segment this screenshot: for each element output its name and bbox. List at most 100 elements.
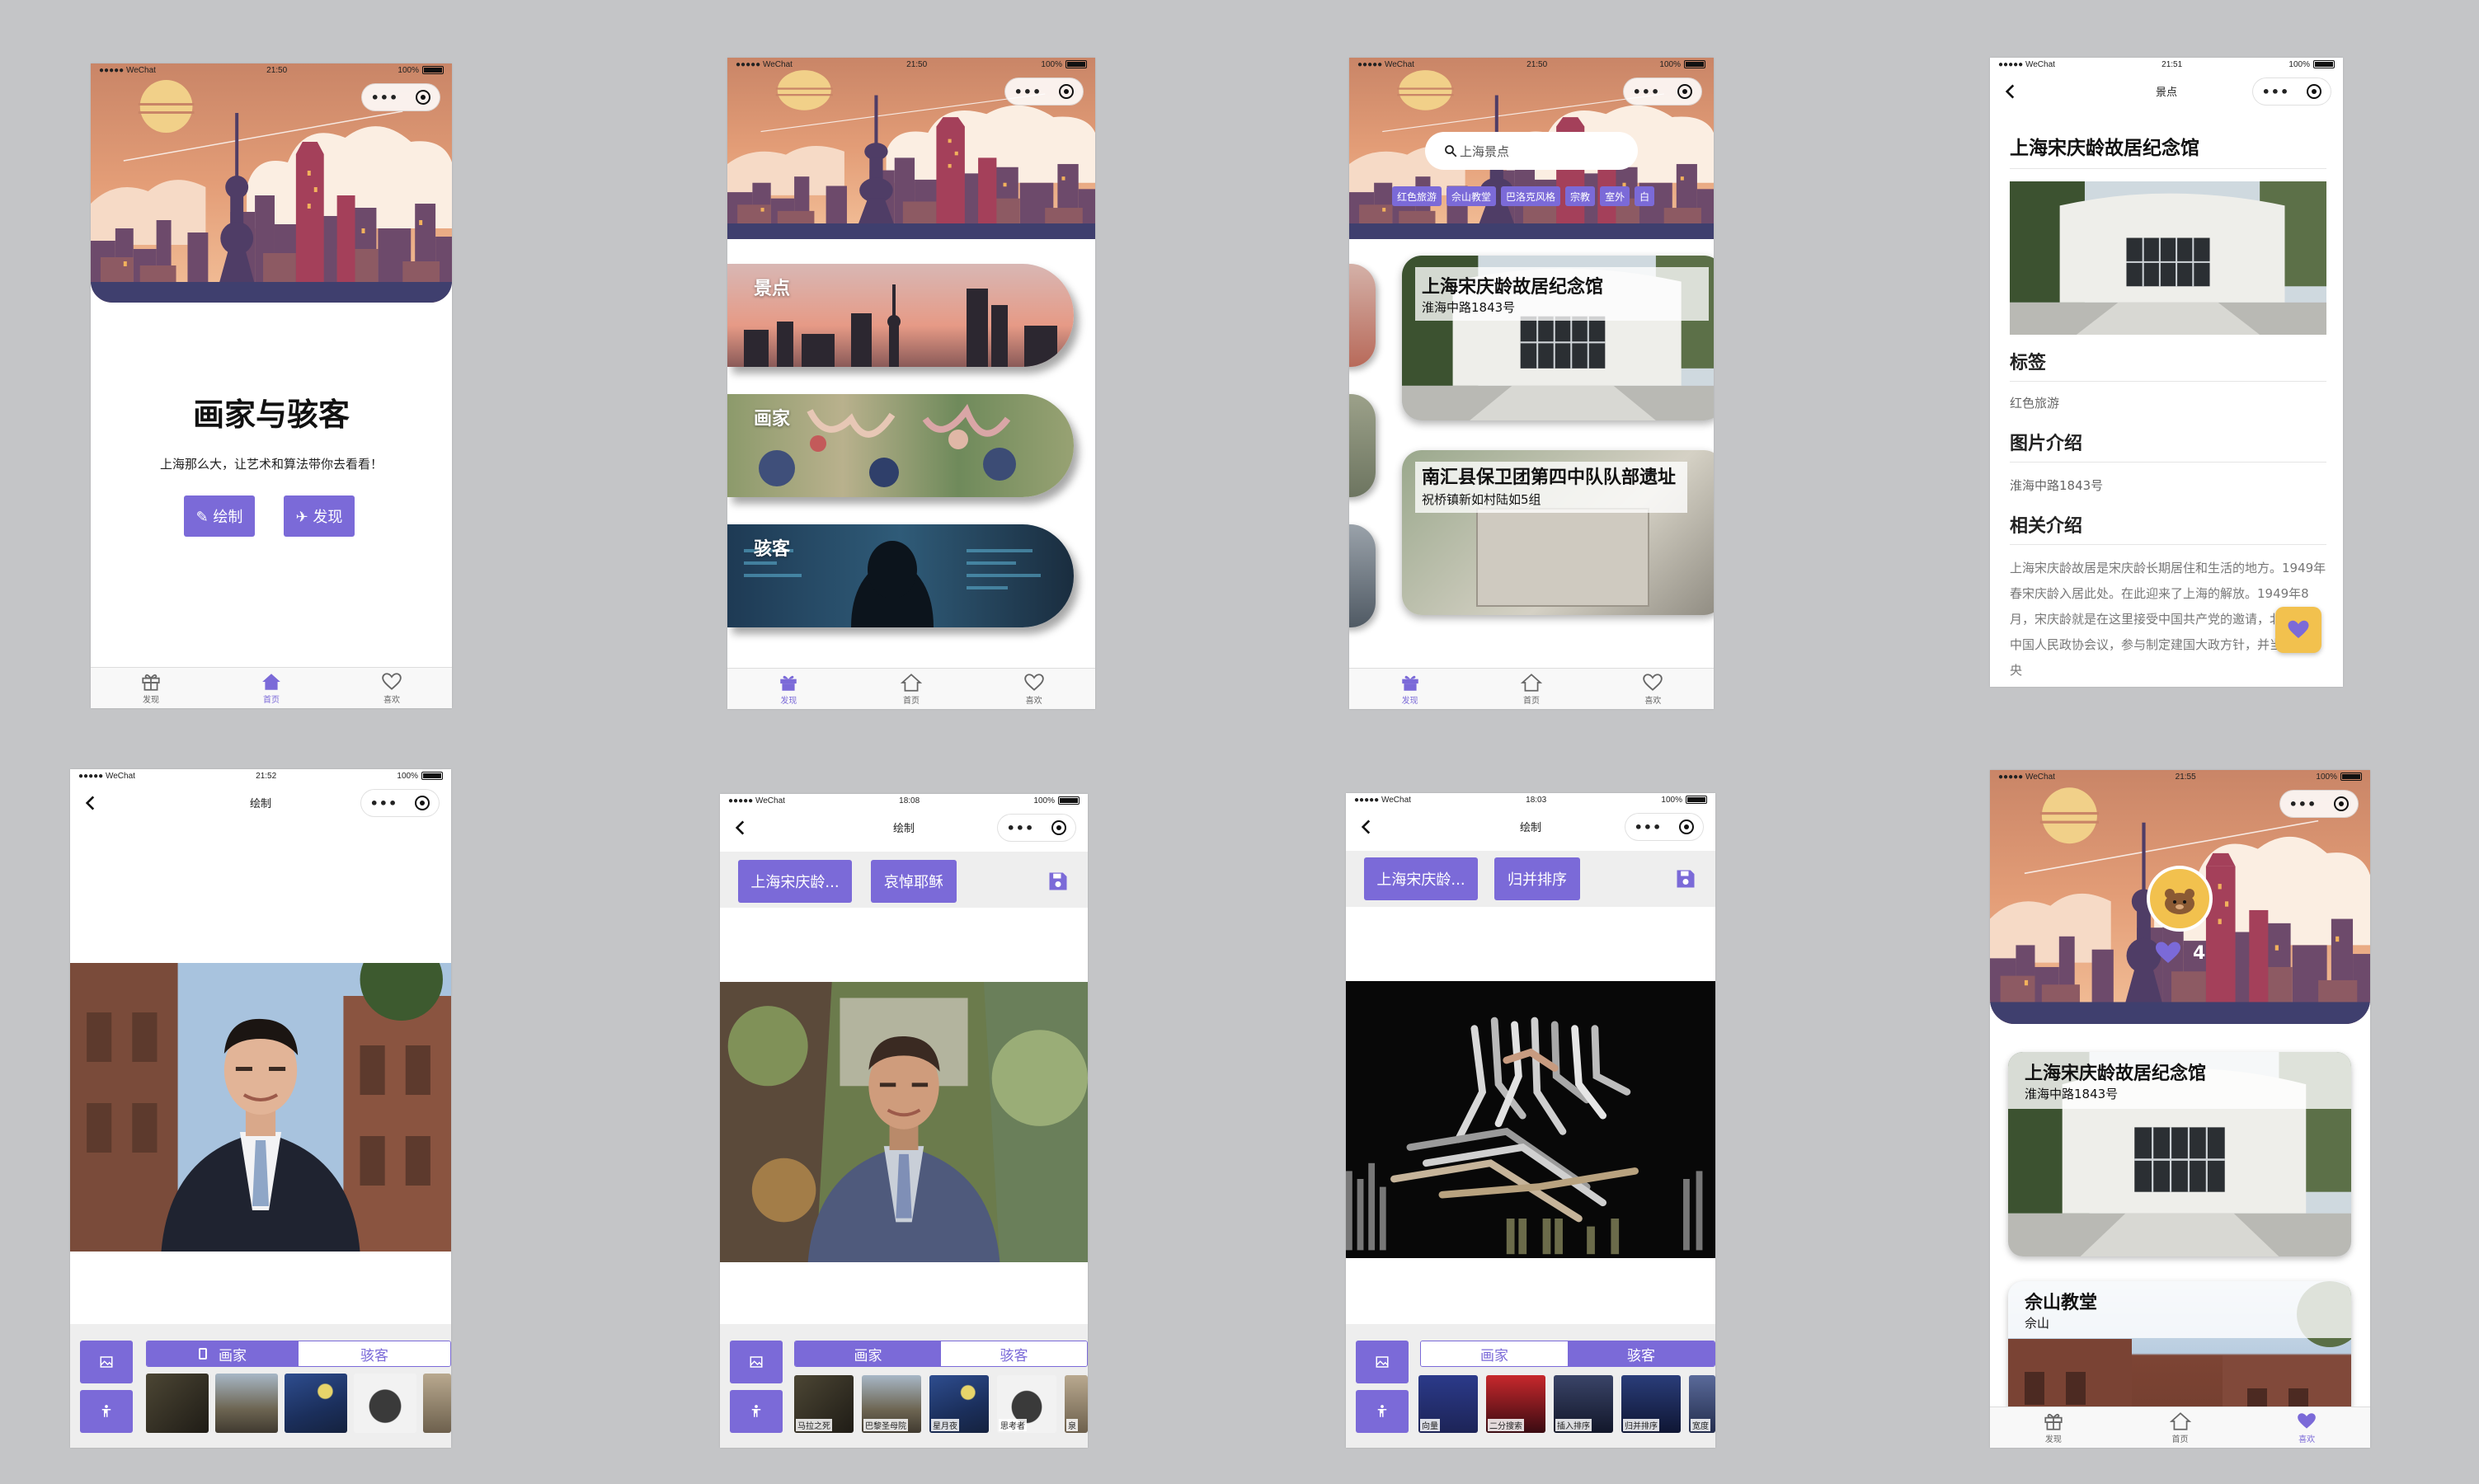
style-thumb[interactable]: 马拉之死 [794,1375,854,1433]
close-mini-program-icon[interactable] [1677,84,1693,99]
style-select-button[interactable]: 归并排序 [1494,857,1580,900]
style-thumb-fountain[interactable] [423,1374,451,1433]
close-mini-program-icon[interactable] [1051,820,1067,835]
tab-discover[interactable]: 发现 [1349,669,1470,709]
style-thumb[interactable]: 星月夜 [929,1375,989,1433]
spot-address: 祝桥镇新如村陆如5组 [1422,491,1541,507]
back-icon[interactable] [1356,816,1377,838]
more-icon[interactable]: ••• [1014,84,1042,100]
style-select-button[interactable]: 哀悼耶稣 [871,860,957,903]
tab-home[interactable]: 首页 [2117,1407,2244,1448]
place-select-button[interactable]: 上海宋庆龄... [738,860,852,903]
segment-painter[interactable]: 画家 [795,1341,941,1366]
mini-program-capsule[interactable]: ••• [1625,813,1704,841]
tag-chip[interactable]: 佘山教堂 [1446,186,1497,206]
segment-hacker[interactable]: 骇客 [1568,1341,1715,1366]
spot-card[interactable]: 南汇县保卫团第四中队队部遗址 祝桥镇新如村陆如5组 [1402,450,1714,615]
battery-icon [421,771,443,780]
more-icon[interactable]: ••• [2262,84,2290,100]
mini-program-capsule[interactable]: ••• [2279,790,2359,818]
algorithm-thumb[interactable]: 归并排序 [1621,1375,1681,1433]
tab-home[interactable]: 首页 [850,669,973,709]
close-mini-program-icon[interactable] [415,796,430,810]
save-icon[interactable] [1047,870,1070,893]
style-thumb-death-of-marat[interactable] [146,1374,209,1433]
segment-hacker[interactable]: 骇客 [941,1341,1087,1366]
save-icon[interactable] [1674,867,1697,890]
pose-button[interactable] [730,1390,783,1433]
style-thumb-thinker[interactable] [354,1374,416,1433]
choose-image-button[interactable] [730,1341,783,1383]
category-card-hacker[interactable]: 骇客 [727,524,1074,627]
favorite-card[interactable]: 上海宋庆龄故居纪念馆 淮海中路1843号 [2008,1052,2351,1256]
spot-card-caption: 南汇县保卫团第四中队队部遗址 祝桥镇新如村陆如5组 [1415,462,1687,513]
tag-chip[interactable]: 红色旅游 [1392,186,1442,206]
like-fab[interactable] [2275,607,2321,653]
close-mini-program-icon[interactable] [1679,819,1695,834]
style-thumb[interactable]: 泉 [1065,1375,1088,1433]
close-mini-program-icon[interactable] [416,90,431,105]
more-icon[interactable]: ••• [1633,84,1661,100]
mini-program-capsule[interactable]: ••• [360,789,440,817]
algorithm-thumb[interactable]: 插入排序 [1554,1375,1613,1433]
clock: 21:52 [256,771,277,781]
mini-program-capsule[interactable]: ••• [2252,77,2331,106]
segment-painter[interactable]: 画家 [1421,1341,1568,1366]
tab-like[interactable]: 喜欢 [1592,669,1714,709]
spot-title: 佘山教堂 [2025,1293,2098,1313]
algorithm-thumb[interactable]: 二分搜索 [1486,1375,1545,1433]
segment-hacker[interactable]: 骇客 [299,1341,450,1366]
back-icon[interactable] [80,792,101,814]
screen-draw-painter: ●●●●● WeChat 18:08 100% 绘制 ••• 上海宋庆龄... … [720,794,1088,1448]
tab-like[interactable]: 喜欢 [972,669,1095,709]
style-thumb-starry-night[interactable] [285,1374,347,1433]
tab-discover[interactable]: 发现 [91,668,211,708]
more-icon[interactable]: ••• [371,90,399,106]
segment-painter[interactable]: 画家 [147,1341,299,1366]
mini-program-capsule[interactable]: ••• [1623,77,1702,106]
algorithm-canvas [1346,981,1715,1258]
spot-card[interactable]: 上海宋庆龄故居纪念馆 淮海中路1843号 [1402,256,1714,420]
choose-image-button[interactable] [1356,1341,1409,1383]
category-card-painter[interactable]: 画家 [727,394,1074,497]
tab-discover[interactable]: 发现 [1990,1407,2117,1448]
style-thumb[interactable]: 思考者 [997,1375,1056,1433]
tag-chip[interactable]: 巴洛克风格 [1501,186,1561,206]
tag-chip[interactable]: 室外 [1600,186,1630,206]
gift-icon [142,674,160,691]
heart-icon [1643,674,1663,691]
clock: 21:50 [266,65,288,75]
mini-program-capsule[interactable]: ••• [1004,77,1084,106]
mini-program-capsule[interactable]: ••• [361,83,440,111]
tab-like[interactable]: 喜欢 [2243,1407,2370,1448]
algorithm-thumb[interactable]: 宽度 [1689,1375,1715,1433]
close-mini-program-icon[interactable] [2334,796,2350,811]
close-mini-program-icon[interactable] [1059,84,1075,99]
pose-button[interactable] [80,1390,133,1433]
more-icon[interactable]: ••• [1635,819,1663,835]
place-select-button[interactable]: 上海宋庆龄... [1364,857,1478,900]
search-bar[interactable]: 上海景点 [1425,132,1638,170]
search-input[interactable]: 上海景点 [1460,143,1509,160]
pose-button[interactable] [1356,1390,1409,1433]
more-icon[interactable]: ••• [370,796,398,811]
tab-discover[interactable]: 发现 [727,669,850,709]
back-icon[interactable] [2000,81,2021,102]
style-thumb[interactable]: 巴黎圣母院 [862,1375,921,1433]
tab-home[interactable]: 首页 [211,668,332,708]
draw-button[interactable]: ✎ 绘制 [184,495,255,537]
discover-button[interactable]: ✈ 发现 [284,495,355,537]
more-icon[interactable]: ••• [1007,820,1035,836]
more-icon[interactable]: ••• [2289,796,2317,812]
tag-chip[interactable]: 白 [1635,186,1655,206]
back-icon[interactable] [730,817,751,838]
mini-program-capsule[interactable]: ••• [997,814,1076,842]
tag-chip[interactable]: 宗教 [1565,186,1596,206]
choose-image-button[interactable] [80,1341,133,1383]
close-mini-program-icon[interactable] [2307,84,2322,99]
algorithm-thumb[interactable]: 向量 [1418,1375,1478,1433]
category-card-scenery[interactable]: 景点 [727,264,1074,367]
tab-home[interactable]: 首页 [1470,669,1592,709]
style-thumb-notre-dame[interactable] [215,1374,278,1433]
tab-like[interactable]: 喜欢 [332,668,452,708]
